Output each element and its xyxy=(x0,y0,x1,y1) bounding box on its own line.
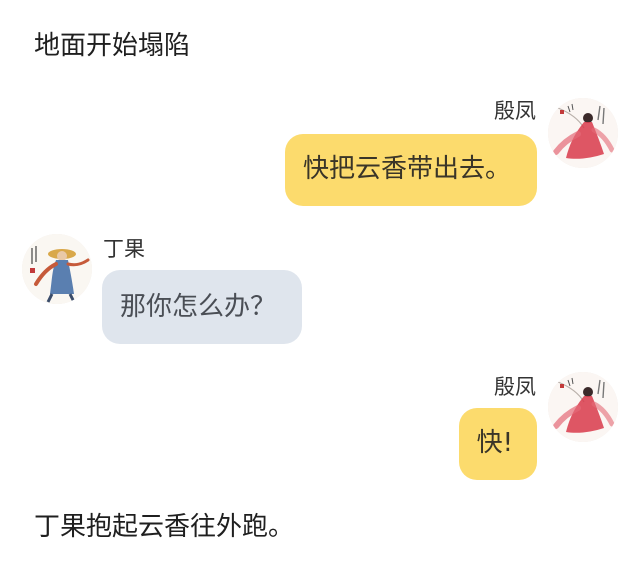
speaker-name: 殷凤 xyxy=(494,99,536,123)
speaker-name: 丁果 xyxy=(103,237,145,261)
narration-bottom: 丁果抱起云香往外跑。 xyxy=(34,512,295,542)
avatar[interactable] xyxy=(22,234,92,304)
ink-painting-red-robed-figure-avatar xyxy=(548,372,618,442)
message-bubble: 那你怎么办？ xyxy=(102,270,303,344)
message-bubble: 快把云香带出去。 xyxy=(284,134,537,206)
message-bubble: 快! xyxy=(458,408,537,480)
avatar[interactable] xyxy=(548,372,618,442)
ink-painting-straw-hat-figure-avatar xyxy=(22,234,92,304)
ink-painting-red-robed-figure-avatar xyxy=(548,98,618,168)
speaker-name: 殷凤 xyxy=(494,375,536,399)
avatar[interactable] xyxy=(548,98,618,168)
narration-top: 地面开始塌陷 xyxy=(34,31,191,61)
